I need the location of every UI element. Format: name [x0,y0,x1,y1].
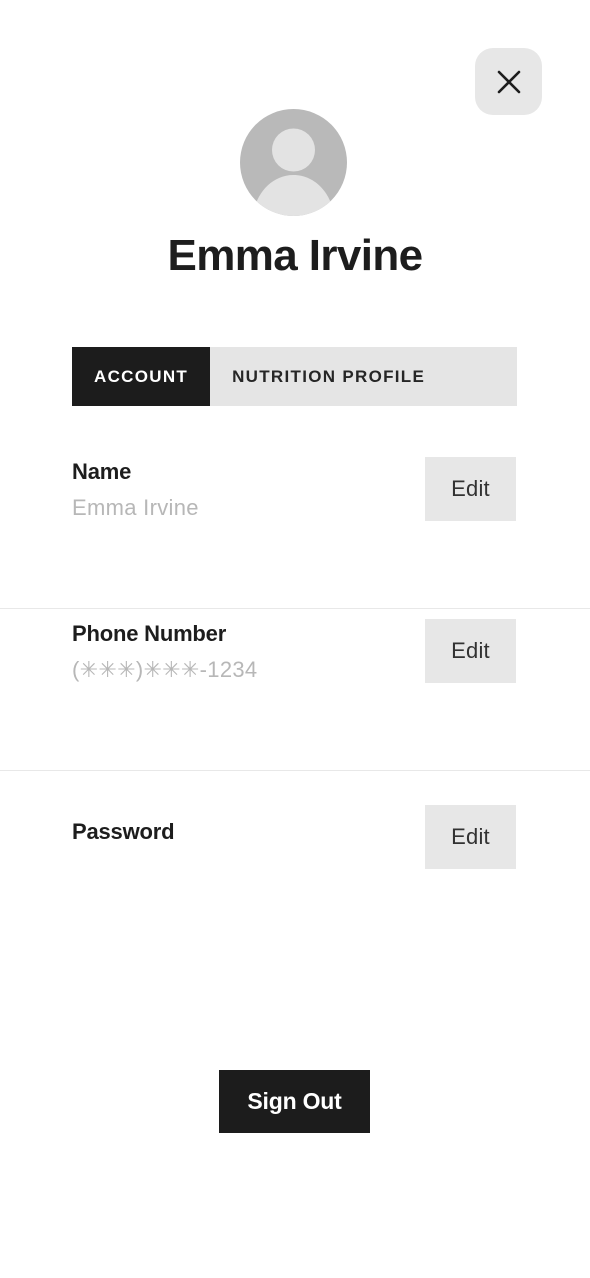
list-item-password: Password Edit [0,771,590,932]
avatar [240,109,347,216]
page-title: Emma Irvine [167,231,423,280]
list-item-phone-number: Phone Number (✳✳✳)✳✳✳-1234 Edit [0,609,590,770]
tab-nutrition-profile[interactable]: NUTRITION PROFILE [210,347,448,406]
edit-name-button[interactable]: Edit [425,457,516,521]
row-value: (✳✳✳)✳✳✳-1234 [72,657,258,682]
list-item-name: Name Emma Irvine Edit [0,447,590,608]
row-label: Password [72,819,175,844]
row-texts: Name Emma Irvine [72,457,199,523]
row-texts: Phone Number (✳✳✳)✳✳✳-1234 [72,619,257,685]
row-label: Phone Number [72,621,227,646]
sign-out-button[interactable]: Sign Out [219,1070,370,1133]
account-settings-list: Name Emma Irvine Edit Phone Number (✳✳✳)… [0,447,590,932]
tab-bar: ACCOUNT NUTRITION PROFILE [72,347,517,406]
row-value: Emma Irvine [72,495,199,520]
row-label: Name [72,459,132,484]
tab-account[interactable]: ACCOUNT [72,347,211,406]
close-button[interactable] [475,48,542,115]
edit-password-button[interactable]: Edit [425,805,516,869]
profile-modal: Emma Irvine ACCOUNT NUTRITION PROFILE Na… [0,0,590,1278]
close-icon [494,67,524,97]
edit-phone-number-button[interactable]: Edit [425,619,516,683]
row-texts: Password [72,817,175,847]
person-avatar-icon [240,109,347,216]
